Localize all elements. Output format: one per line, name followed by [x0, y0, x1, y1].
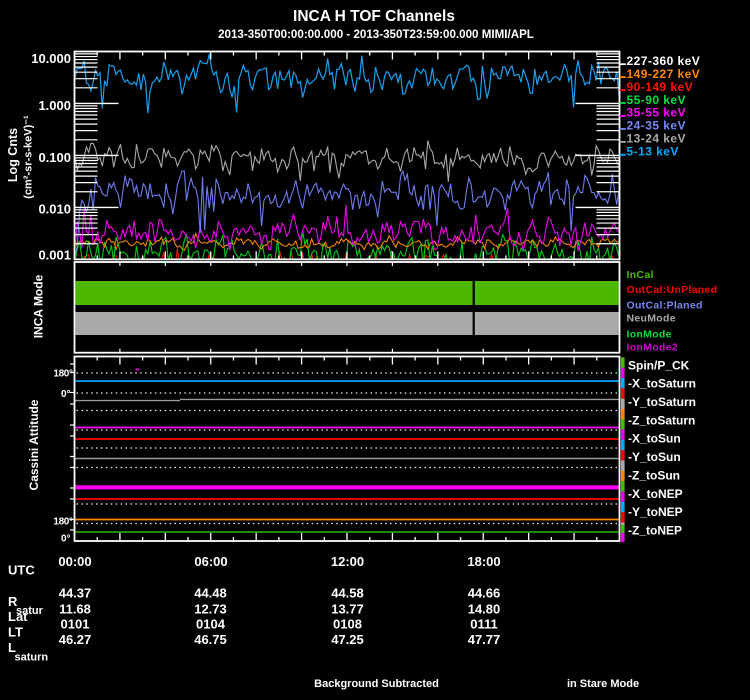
svg-text:180°: 180°: [53, 368, 72, 379]
svg-text:-Z_toSaturn: -Z_toSaturn: [628, 413, 695, 427]
svg-text:55-90 keV: 55-90 keV: [627, 93, 686, 107]
svg-text:IonMode2: IonMode2: [627, 342, 678, 354]
svg-text:OutCal:Planed: OutCal:Planed: [627, 300, 703, 312]
svg-text:13-24 keV: 13-24 keV: [627, 132, 686, 146]
svg-text:1.000: 1.000: [38, 98, 71, 113]
svg-text:47.25: 47.25: [331, 632, 364, 647]
svg-text:12:00: 12:00: [331, 554, 364, 569]
svg-text:-Y_toSun: -Y_toSun: [628, 450, 681, 464]
svg-text:-Z_toSun: -Z_toSun: [628, 468, 680, 482]
svg-text:-Z_toNEP: -Z_toNEP: [628, 523, 682, 537]
svg-text:0111: 0111: [470, 617, 498, 632]
svg-text:0.100: 0.100: [38, 150, 71, 165]
svg-text:(cm²-sr-s-keV)⁻¹: (cm²-sr-s-keV)⁻¹: [23, 115, 35, 199]
svg-text:UTC: UTC: [8, 563, 35, 578]
svg-text:Spin/P_CK: Spin/P_CK: [628, 358, 690, 372]
svg-text:24-35 keV: 24-35 keV: [627, 119, 686, 133]
svg-text:in Stare Mode: in Stare Mode: [567, 678, 639, 690]
svg-text:14.80: 14.80: [468, 601, 501, 616]
svg-text:Log Cnts: Log Cnts: [6, 128, 20, 182]
svg-text:0°: 0°: [61, 389, 71, 400]
svg-text:46.75: 46.75: [194, 632, 227, 647]
svg-text:0°: 0°: [61, 533, 71, 544]
svg-text:INCA Mode: INCA Mode: [32, 274, 46, 338]
svg-text:-Y_toNEP: -Y_toNEP: [628, 505, 683, 519]
svg-text:Lat: Lat: [8, 609, 28, 624]
svg-text:44.58: 44.58: [331, 586, 364, 601]
svg-text:180°: 180°: [53, 516, 72, 527]
svg-text:2013-350T00:00:00.000 - 2013-3: 2013-350T00:00:00.000 - 2013-350T23:59:0…: [218, 28, 534, 41]
svg-text:OutCal:UnPlaned: OutCal:UnPlaned: [627, 284, 718, 296]
svg-text:90-149 keV: 90-149 keV: [627, 80, 694, 94]
svg-text:0.010: 0.010: [38, 202, 71, 217]
svg-text:-X_toSun: -X_toSun: [628, 432, 681, 446]
svg-text:NeuMode: NeuMode: [627, 313, 676, 325]
svg-text:0.001: 0.001: [38, 248, 71, 263]
svg-text:44.48: 44.48: [194, 586, 227, 601]
svg-text:Background Subtracted: Background Subtracted: [314, 678, 439, 690]
svg-text:12.73: 12.73: [194, 601, 227, 616]
svg-text:18:00: 18:00: [467, 554, 500, 569]
svg-text:-X_toNEP: -X_toNEP: [628, 487, 683, 501]
svg-text:44.66: 44.66: [468, 586, 501, 601]
svg-text:0101: 0101: [61, 617, 90, 632]
svg-text:-X_toSaturn: -X_toSaturn: [628, 377, 696, 391]
svg-text:35-55 keV: 35-55 keV: [627, 106, 686, 120]
svg-text:0104: 0104: [196, 617, 226, 632]
svg-text:10.000: 10.000: [31, 51, 71, 66]
svg-text:13.77: 13.77: [331, 601, 364, 616]
svg-text:INCA H TOF Channels: INCA H TOF Channels: [293, 8, 455, 25]
svg-text:IonMode: IonMode: [627, 329, 672, 341]
svg-text:InCal: InCal: [627, 269, 654, 281]
svg-text:00:00: 00:00: [58, 554, 91, 569]
svg-text:LT: LT: [8, 624, 23, 639]
svg-text:11.68: 11.68: [59, 601, 91, 616]
svg-text:227-360 keV: 227-360 keV: [627, 54, 701, 68]
svg-text:-Y_toSaturn: -Y_toSaturn: [628, 395, 696, 409]
svg-text:Cassini Attitude: Cassini Attitude: [27, 399, 41, 490]
svg-text:saturn: saturn: [15, 651, 49, 663]
svg-text:5-13 keV: 5-13 keV: [627, 145, 679, 159]
svg-text:06:00: 06:00: [194, 554, 227, 569]
svg-text:46.27: 46.27: [59, 632, 92, 647]
svg-text:44.37: 44.37: [59, 586, 92, 601]
svg-text:47.77: 47.77: [468, 632, 501, 647]
svg-text:149-227 keV: 149-227 keV: [627, 67, 701, 81]
svg-text:0108: 0108: [333, 617, 362, 632]
